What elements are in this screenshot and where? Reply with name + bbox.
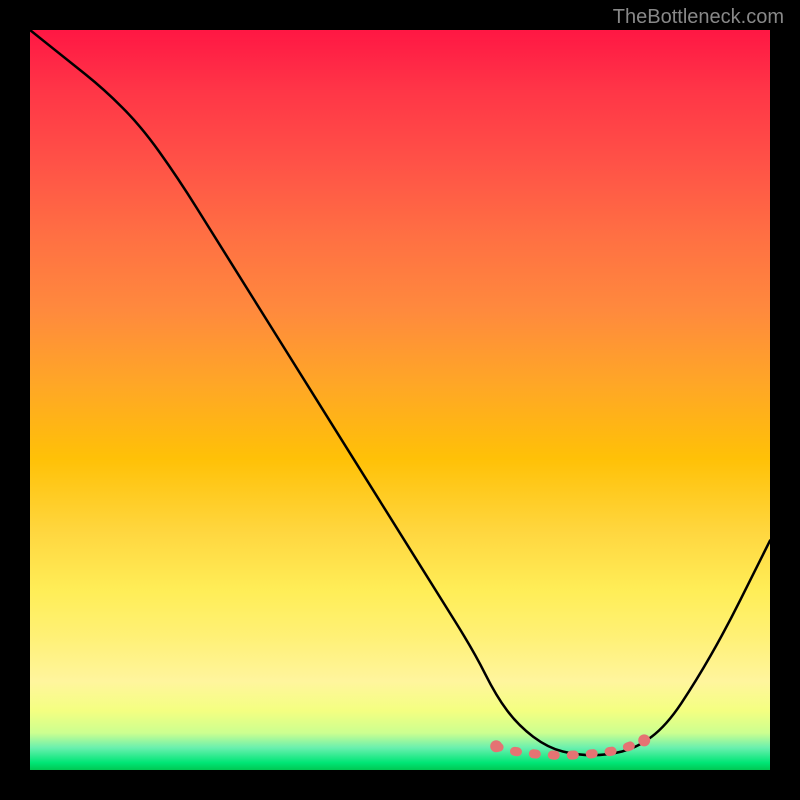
chart-plot-area	[30, 30, 770, 770]
dotted-segment-line	[496, 740, 644, 755]
dot-end	[638, 734, 650, 746]
dot-start	[490, 740, 502, 752]
chart-dots-svg	[30, 30, 770, 770]
watermark-text: TheBottleneck.com	[613, 6, 784, 29]
dotted-segment-group	[490, 734, 650, 755]
